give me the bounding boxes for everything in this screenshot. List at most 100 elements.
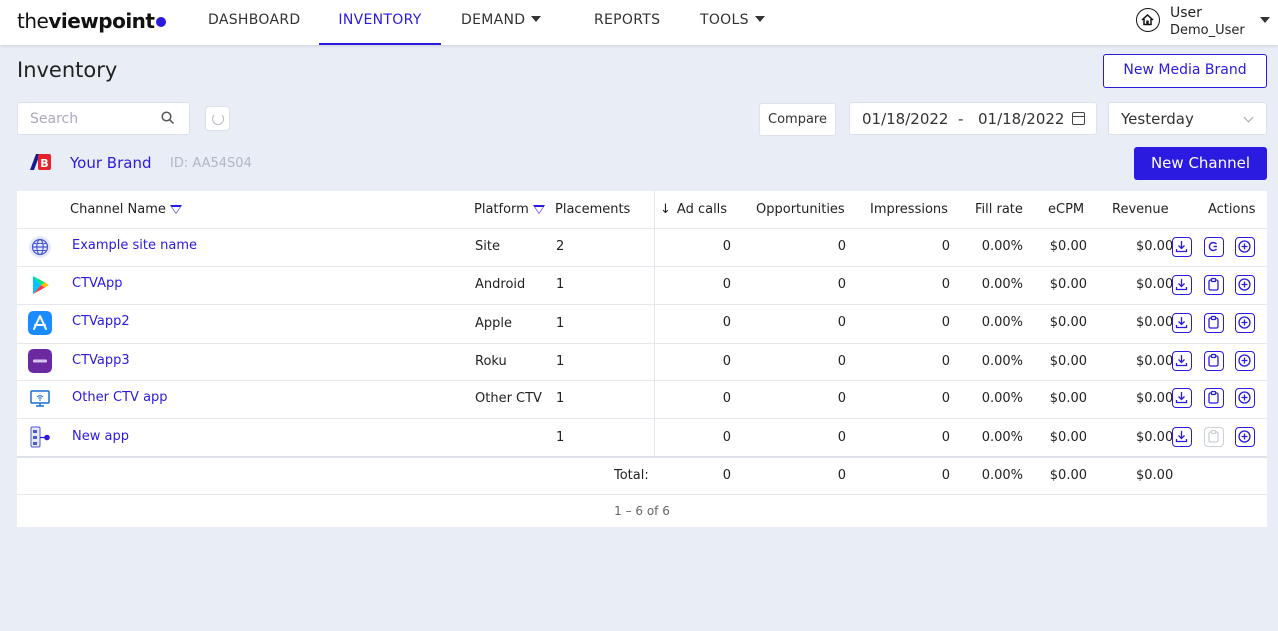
search-input[interactable]	[30, 109, 160, 129]
opportunities-cell: 0	[837, 391, 846, 406]
clipboard-button[interactable]	[1204, 275, 1224, 295]
platform-cell: Roku	[475, 354, 507, 369]
copy-icon	[1208, 241, 1218, 252]
placements-cell: 1	[556, 316, 565, 331]
revenue-cell: $0.00	[1136, 430, 1174, 445]
add-circle-icon	[1238, 240, 1251, 253]
platform-cell: Site	[475, 239, 500, 254]
add-placement-button[interactable]	[1235, 313, 1255, 333]
ecpm-cell: $0.00	[1049, 277, 1087, 292]
placements-cell: 1	[556, 277, 565, 292]
ecpm-cell: $0.00	[1049, 430, 1087, 445]
impressions-cell: 0	[941, 239, 950, 254]
download-button[interactable]	[1172, 237, 1192, 257]
channel-name-link[interactable]: CTVapp3	[72, 353, 130, 368]
globe-icon	[29, 236, 51, 258]
ecpm-cell: $0.00	[1049, 315, 1087, 330]
add-placement-button[interactable]	[1235, 237, 1255, 257]
copy-button[interactable]	[1204, 237, 1224, 257]
add-circle-icon	[1238, 430, 1251, 443]
nav-dashboard[interactable]: DASHBOARD	[208, 0, 300, 45]
total-fill-rate: 0.00%	[981, 468, 1023, 483]
chevron-down-icon	[754, 16, 765, 22]
clipboard-icon	[1208, 429, 1219, 443]
column-header-revenue[interactable]: Revenue	[1112, 202, 1169, 217]
new-channel-button[interactable]: New Channel	[1134, 147, 1267, 180]
column-header-channel-name[interactable]: Channel Name	[70, 202, 182, 217]
add-placement-button[interactable]	[1235, 427, 1255, 447]
revenue-cell: $0.00	[1136, 391, 1174, 406]
search-box	[17, 102, 190, 135]
nav-demand[interactable]: DEMAND	[461, 0, 542, 45]
compare-button[interactable]: Compare	[759, 103, 836, 136]
app-logo[interactable]: theviewpoint	[17, 9, 167, 33]
nav-tools[interactable]: TOOLS	[700, 0, 765, 45]
date-preset-select[interactable]: Yesterday	[1108, 102, 1267, 135]
brand-logo-icon: B	[30, 154, 51, 170]
impressions-cell: 0	[941, 354, 950, 369]
add-placement-button[interactable]	[1235, 275, 1255, 295]
brand-name-link[interactable]: Your Brand	[70, 154, 151, 172]
add-placement-button[interactable]	[1235, 388, 1255, 408]
row-divider	[17, 228, 1267, 229]
page-title: Inventory	[17, 58, 118, 82]
date-range-picker[interactable]: 01/18/2022 - 01/18/2022	[849, 102, 1097, 135]
platform-cell: Other CTV	[475, 391, 542, 406]
download-icon	[1175, 317, 1188, 329]
download-button[interactable]	[1172, 388, 1192, 408]
download-button[interactable]	[1172, 313, 1192, 333]
add-placement-button[interactable]	[1235, 351, 1255, 371]
add-circle-icon	[1238, 278, 1251, 291]
row-divider	[17, 266, 1267, 267]
channel-name-link[interactable]: New app	[72, 429, 129, 444]
chevron-down-icon	[531, 16, 542, 22]
column-header-impressions[interactable]: Impressions	[870, 202, 948, 217]
filter-icon[interactable]	[169, 205, 182, 214]
ad-calls-cell: 0	[722, 315, 731, 330]
user-menu[interactable]: User Demo_User	[1136, 5, 1270, 41]
download-icon	[1175, 392, 1188, 404]
revenue-cell: $0.00	[1136, 315, 1174, 330]
nav-tools-label: TOOLS	[700, 12, 749, 28]
logo-dot	[156, 17, 167, 27]
nav-reports[interactable]: REPORTS	[594, 0, 660, 45]
revenue-cell: $0.00	[1136, 354, 1174, 369]
column-header-ad-calls[interactable]: ↓ Ad calls	[660, 202, 727, 217]
column-header-platform[interactable]: Platform	[474, 202, 545, 217]
clipboard-button[interactable]	[1204, 351, 1224, 371]
chevron-down-icon	[1243, 112, 1254, 123]
ecpm-cell: $0.00	[1049, 354, 1087, 369]
column-header-fill-rate[interactable]: Fill rate	[975, 202, 1023, 217]
refresh-button[interactable]	[205, 106, 230, 131]
nav-demand-label: DEMAND	[461, 12, 526, 28]
ad-calls-cell: 0	[722, 277, 731, 292]
user-label: User	[1170, 5, 1202, 21]
column-header-label: Platform	[474, 202, 529, 217]
channel-name-link[interactable]: CTVapp2	[72, 314, 130, 329]
column-header-placements[interactable]: Placements	[555, 202, 630, 217]
add-circle-icon	[1238, 354, 1251, 367]
impressions-cell: 0	[941, 430, 950, 445]
column-header-opportunities[interactable]: Opportunities	[756, 202, 845, 217]
total-ecpm: $0.00	[1049, 468, 1087, 483]
filter-icon[interactable]	[532, 205, 545, 214]
search-icon[interactable]	[161, 111, 175, 125]
nav-inventory[interactable]: INVENTORY	[319, 0, 441, 45]
ad-calls-cell: 0	[722, 239, 731, 254]
download-button[interactable]	[1172, 275, 1192, 295]
opportunities-cell: 0	[837, 239, 846, 254]
tv-wifi-icon	[30, 390, 50, 407]
platform-cell: Apple	[475, 316, 513, 331]
download-button[interactable]	[1172, 427, 1192, 447]
row-divider	[17, 494, 1267, 495]
clipboard-button[interactable]	[1204, 388, 1224, 408]
new-media-brand-button[interactable]: New Media Brand	[1103, 54, 1267, 88]
download-button[interactable]	[1172, 351, 1192, 371]
channel-name-link[interactable]: Other CTV app	[72, 390, 168, 405]
revenue-cell: $0.00	[1136, 277, 1174, 292]
logo-text-bold: viewpoint	[48, 9, 155, 33]
channel-name-link[interactable]: Example site name	[72, 238, 197, 253]
clipboard-button[interactable]	[1204, 313, 1224, 333]
channel-name-link[interactable]: CTVApp	[72, 276, 122, 291]
column-header-ecpm[interactable]: eCPM	[1048, 202, 1084, 217]
